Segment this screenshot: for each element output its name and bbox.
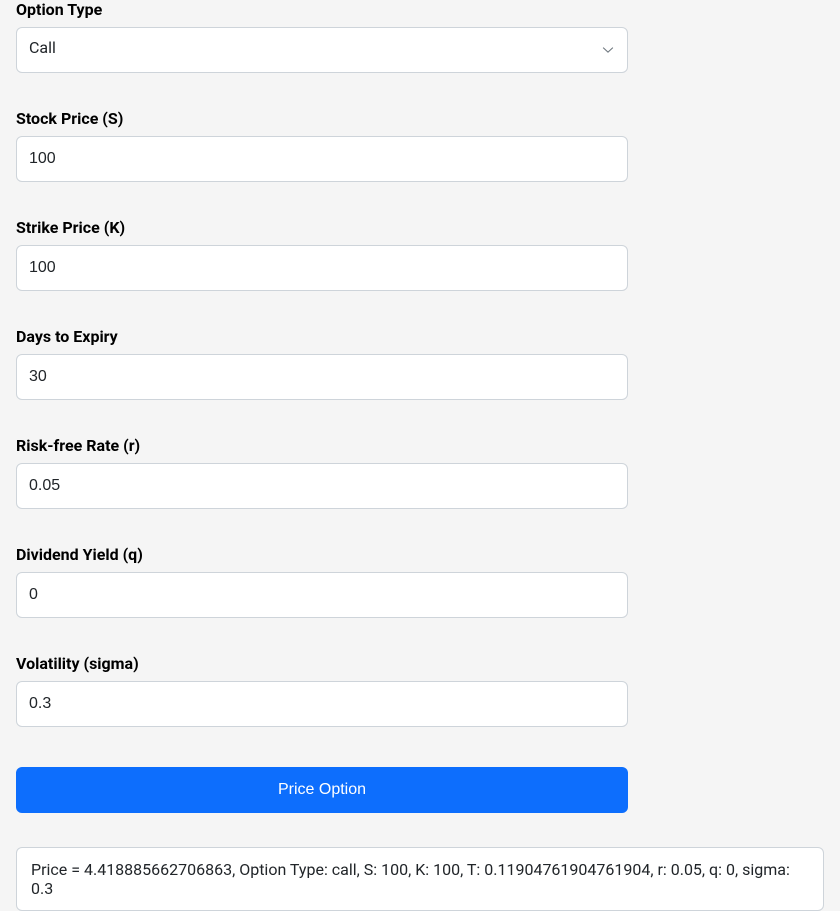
risk-free-rate-input[interactable]: [16, 463, 628, 509]
option-type-select[interactable]: Call: [16, 27, 628, 73]
strike-price-group: Strike Price (K): [16, 218, 824, 291]
volatility-label: Volatility (sigma): [16, 654, 824, 673]
stock-price-label: Stock Price (S): [16, 109, 824, 128]
result-output: Price = 4.418885662706863, Option Type: …: [16, 847, 824, 911]
stock-price-group: Stock Price (S): [16, 109, 824, 182]
volatility-input[interactable]: [16, 681, 628, 727]
option-type-group: Option Type Call: [16, 0, 824, 73]
days-to-expiry-label: Days to Expiry: [16, 327, 824, 346]
volatility-group: Volatility (sigma): [16, 654, 824, 727]
dividend-yield-group: Dividend Yield (q): [16, 545, 824, 618]
strike-price-input[interactable]: [16, 245, 628, 291]
option-type-label: Option Type: [16, 0, 824, 19]
days-to-expiry-input[interactable]: [16, 354, 628, 400]
dividend-yield-label: Dividend Yield (q): [16, 545, 824, 564]
risk-free-rate-group: Risk-free Rate (r): [16, 436, 824, 509]
option-type-select-wrapper: Call: [16, 27, 628, 73]
stock-price-input[interactable]: [16, 136, 628, 182]
dividend-yield-input[interactable]: [16, 572, 628, 618]
price-option-button[interactable]: Price Option: [16, 767, 628, 813]
days-to-expiry-group: Days to Expiry: [16, 327, 824, 400]
strike-price-label: Strike Price (K): [16, 218, 824, 237]
risk-free-rate-label: Risk-free Rate (r): [16, 436, 824, 455]
option-pricing-form: Option Type Call Stock Price (S) Strike …: [0, 0, 840, 911]
